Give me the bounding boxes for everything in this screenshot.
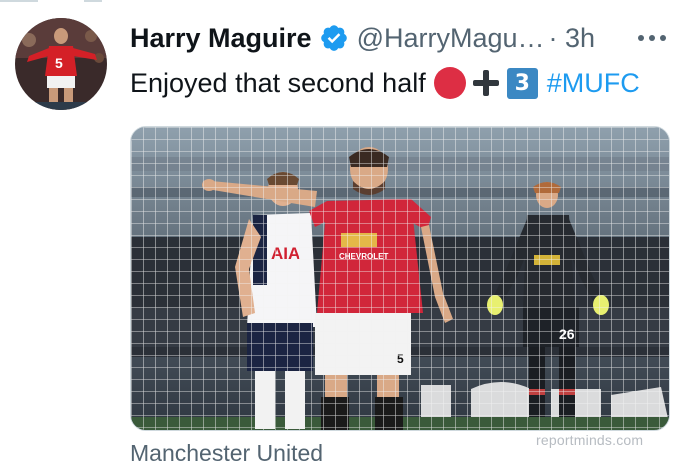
football-match-photo: 26 AIA [131, 127, 669, 430]
hashtag-link[interactable]: #MUFC [547, 68, 640, 99]
verified-badge-icon [320, 25, 347, 51]
tweet-text: Enjoyed that second half 3 #MUFC [130, 64, 640, 102]
author-name[interactable]: Harry Maguire [130, 23, 312, 54]
more-options-icon[interactable] [636, 26, 668, 50]
keycap-3-icon: 3 [506, 67, 538, 99]
tweet-body: Enjoyed that second half [130, 67, 426, 98]
top-divider [0, 0, 675, 2]
source-watermark: reportminds.com [536, 432, 644, 448]
author-handle[interactable]: @HarryMagu… [357, 23, 545, 54]
tweet-timestamp[interactable]: · 3h [549, 23, 596, 54]
author-avatar[interactable]: 5 [15, 18, 107, 110]
plus-sign-icon [472, 69, 500, 97]
svg-text:5: 5 [55, 55, 63, 71]
tweet-header: Harry Maguire @HarryMagu… · 3h [130, 20, 595, 56]
media-caption[interactable]: Manchester United [130, 440, 323, 467]
tweet-photo[interactable]: 26 AIA [130, 126, 670, 431]
red-circle-icon [433, 67, 466, 99]
avatar-image: 5 [15, 18, 107, 110]
